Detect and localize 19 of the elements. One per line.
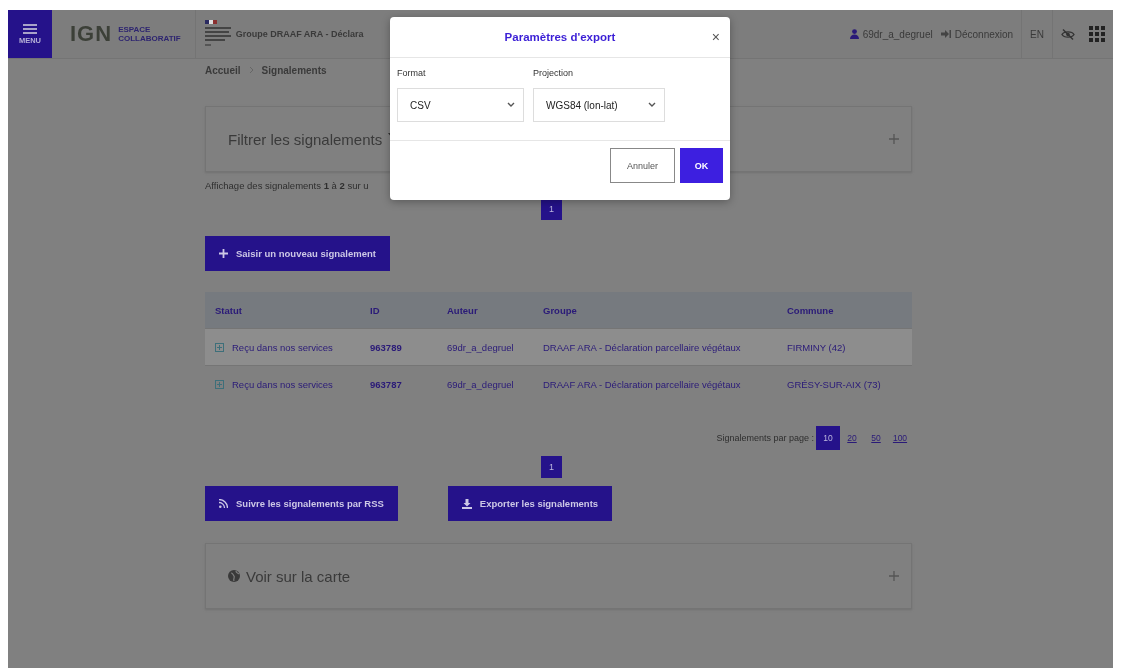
panel-title: Voir sur la carte xyxy=(246,567,351,585)
group-cell: DRAAF ARA - Déclaration parcellaire végétaux xyxy=(543,341,741,353)
logo-subtitle: COLLABORATIF xyxy=(118,34,181,43)
commune-cell: FIRMINY (42) xyxy=(787,341,846,353)
status-cell: Reçu dans nos services xyxy=(232,378,333,390)
author-cell: 69dr_a_degruel xyxy=(447,341,514,353)
panel-title: Filtrer les signalements xyxy=(228,130,383,148)
dialog-title: Paramètres d'export xyxy=(504,31,616,43)
commune-cell: GRÉSY-SUR-AIX (73) xyxy=(787,378,881,390)
logo: IGN xyxy=(70,21,113,47)
status-cell: Reçu dans nos services xyxy=(232,341,333,353)
field-label: Projection xyxy=(533,68,575,78)
per-page-label: Signalements par page : xyxy=(716,433,814,443)
group-cell: DRAAF ARA - Déclaration parcellaire végétaux xyxy=(543,378,741,390)
results-summary: Affichage des signalements 1 à 2 sur u xyxy=(205,180,370,192)
breadcrumb-current: Signalements xyxy=(261,64,327,76)
logo-subtitle: ESPACE xyxy=(118,25,152,34)
author-cell: 69dr_a_degruel xyxy=(447,378,514,390)
field-label: Format xyxy=(397,68,427,78)
